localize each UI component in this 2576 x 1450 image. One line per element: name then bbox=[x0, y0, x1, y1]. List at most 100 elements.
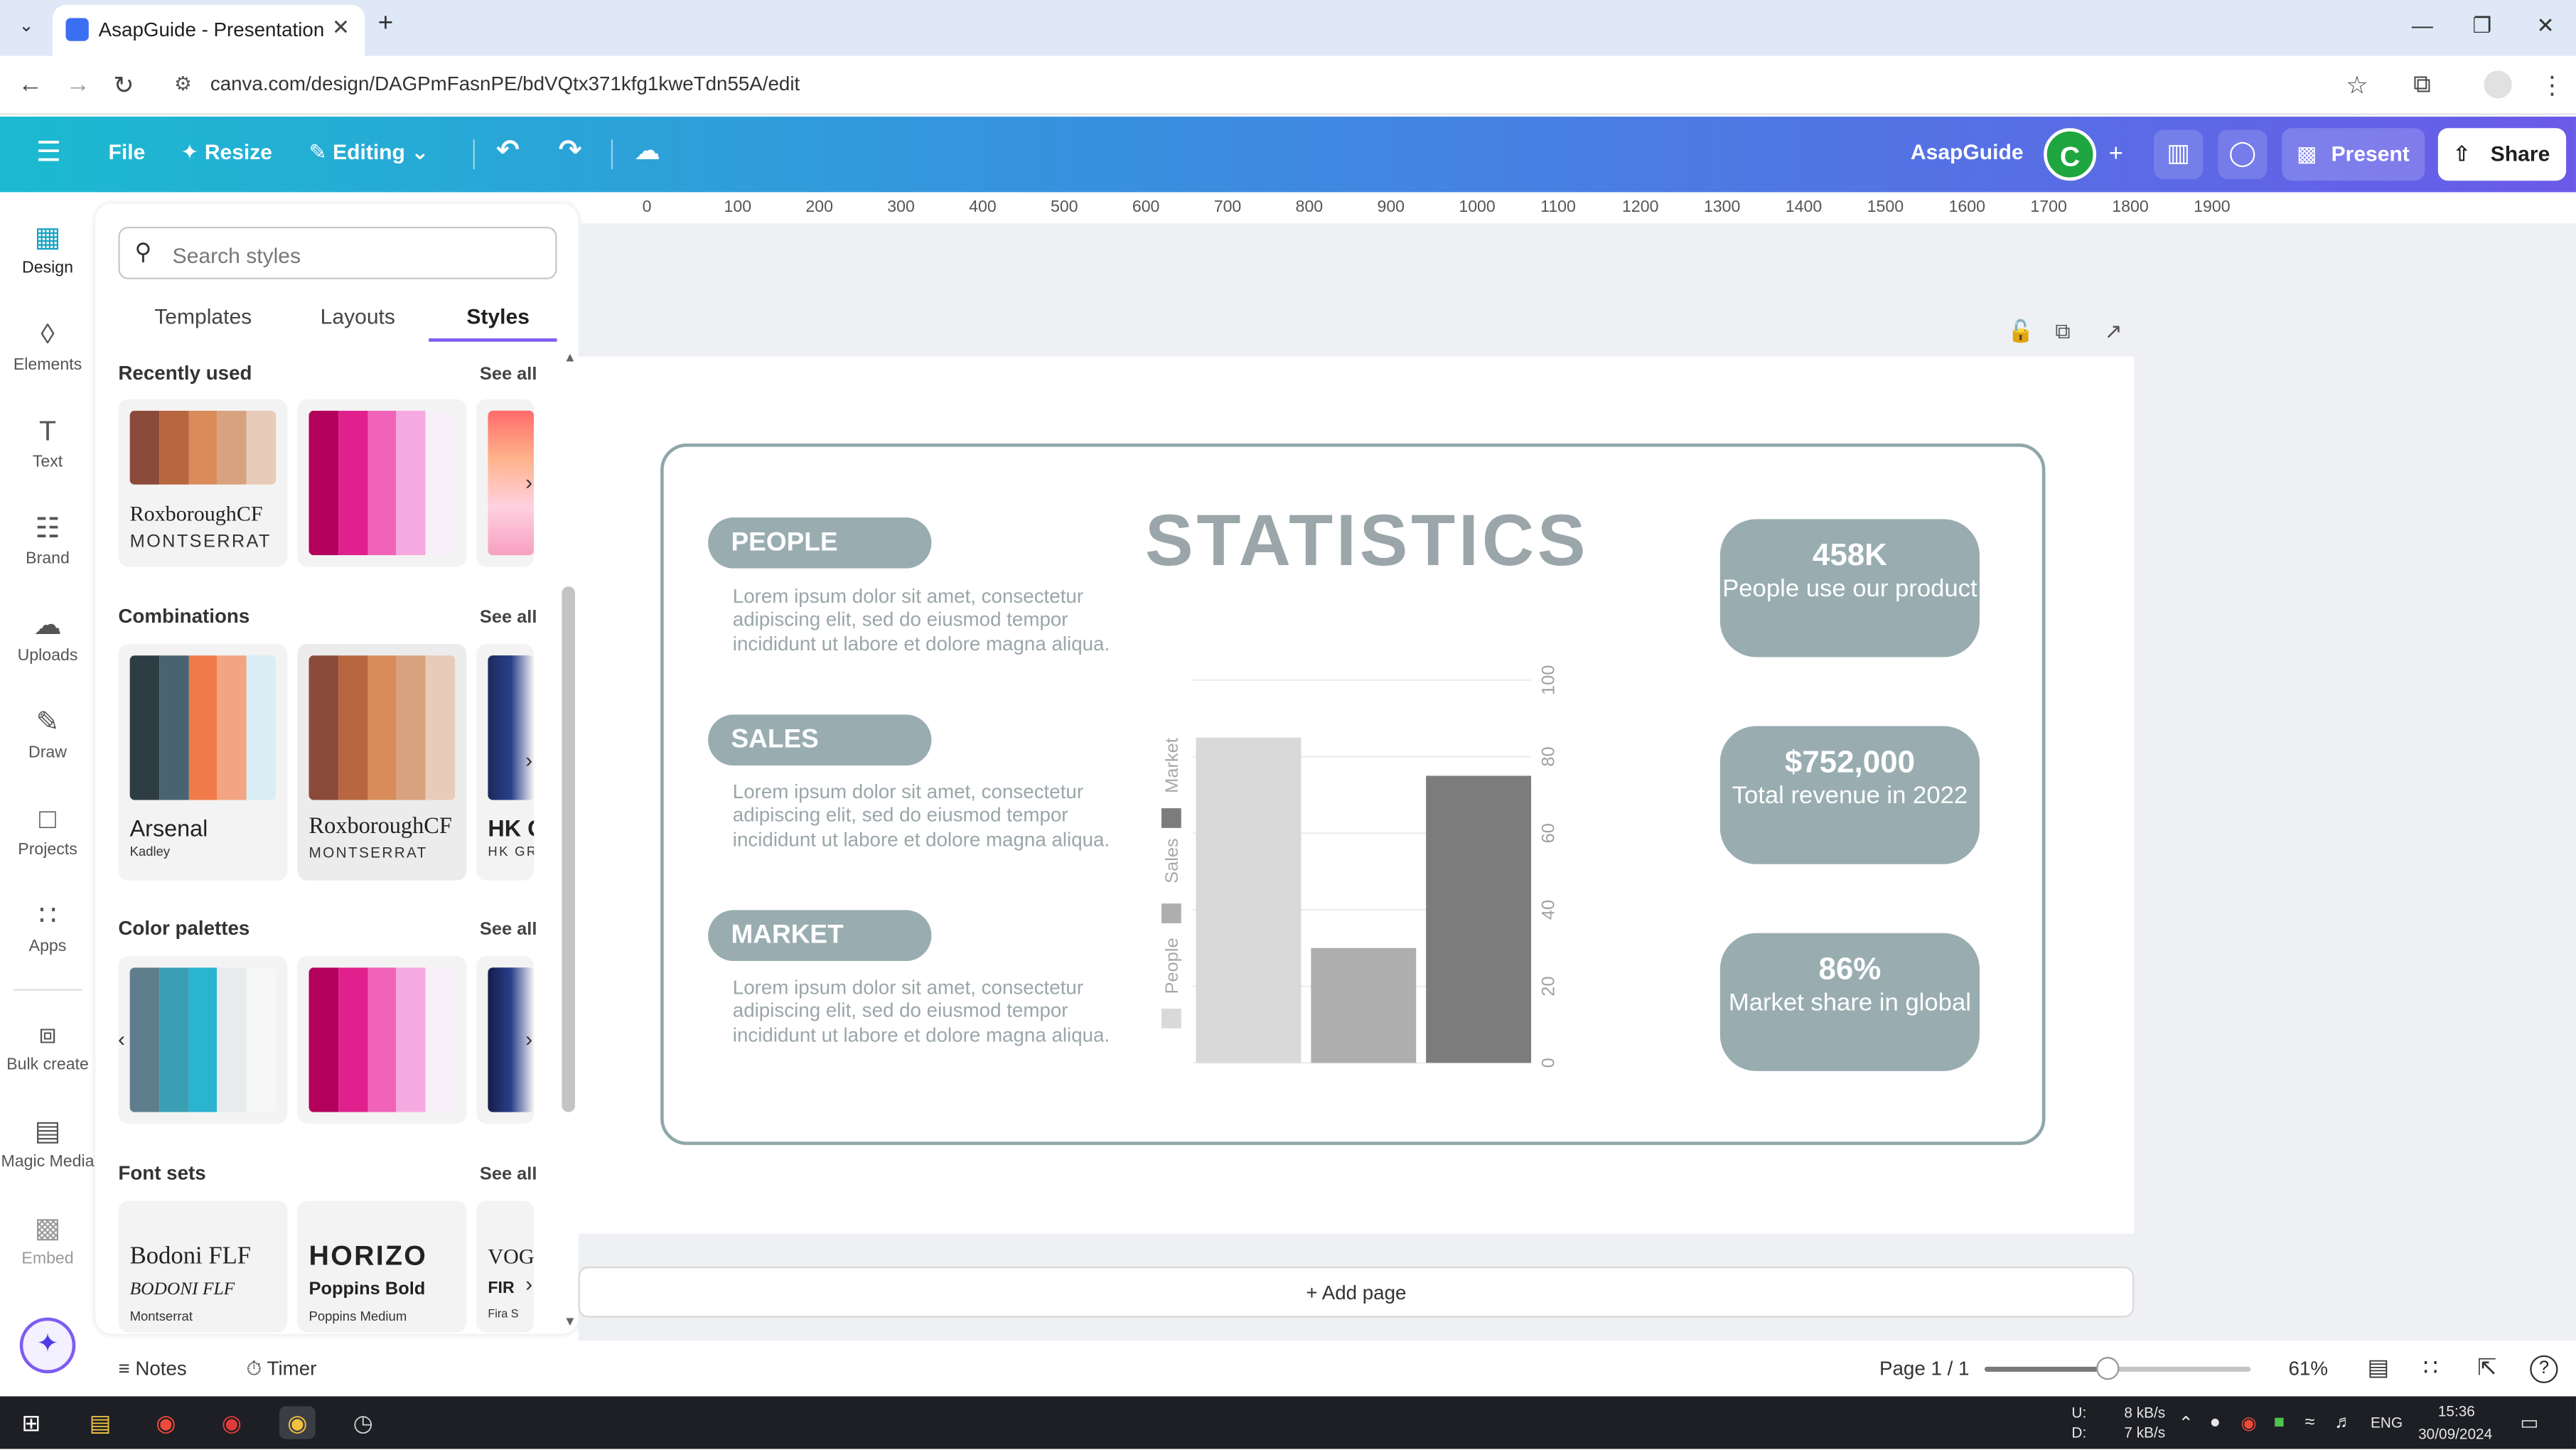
search-input[interactable] bbox=[172, 240, 535, 270]
url-field[interactable]: canva.com/design/DAGPmFasnPE/bdVQtx371kf… bbox=[210, 72, 800, 95]
rail-item-magic-media[interactable]: ▤ Magic Media bbox=[0, 1114, 95, 1171]
microphone-icon[interactable]: ● bbox=[2210, 1413, 2221, 1433]
file-explorer-icon[interactable]: ▤ bbox=[82, 1406, 119, 1439]
search-box[interactable]: ⚲ bbox=[118, 226, 557, 279]
page-indicator[interactable]: Page 1 / 1 bbox=[1879, 1357, 1969, 1380]
cloud-save-icon[interactable]: ☁ bbox=[634, 135, 660, 168]
clock-time[interactable]: 15:36 bbox=[2438, 1403, 2475, 1419]
font-set-card[interactable]: Bodoni FLF BODONI FLF Montserrat bbox=[118, 1201, 288, 1333]
chevron-left-icon[interactable]: ‹ bbox=[105, 1024, 138, 1056]
undo-icon[interactable]: ↶ bbox=[496, 135, 520, 168]
sales-description[interactable]: Lorem ipsum dolor sit amet, consectetur … bbox=[733, 780, 1120, 851]
clock-date[interactable]: 30/09/2024 bbox=[2418, 1426, 2492, 1442]
see-all-recently-used[interactable]: See all bbox=[480, 365, 537, 385]
slide-title[interactable]: STATISTICS bbox=[1145, 501, 1589, 584]
combination-card[interactable]: Arsenal Kadley bbox=[118, 643, 288, 881]
color-palette-card[interactable] bbox=[118, 956, 288, 1124]
chrome-icon[interactable]: ◉ bbox=[148, 1406, 184, 1439]
sales-label[interactable]: SALES bbox=[708, 714, 932, 766]
see-all-combinations[interactable]: See all bbox=[480, 608, 537, 628]
menu-icon[interactable]: ☰ bbox=[36, 136, 61, 169]
browser-menu-icon[interactable]: ⋮ bbox=[2540, 70, 2565, 100]
timer-button[interactable]: ⏱ Timer bbox=[247, 1357, 317, 1382]
bar-chart[interactable]: 0 20 40 60 80 100 People Sales Market bbox=[1150, 657, 1577, 1084]
profile-icon[interactable] bbox=[2484, 70, 2512, 99]
editing-dropdown[interactable]: ✎ Editing ⌄ bbox=[309, 139, 429, 166]
add-page-icon[interactable]: ↗ bbox=[2105, 318, 2122, 345]
window-close-icon[interactable]: ✕ bbox=[2536, 13, 2554, 39]
rail-item-brand[interactable]: ☷ Brand bbox=[0, 511, 95, 569]
panel-scrollbar-thumb[interactable] bbox=[562, 586, 575, 1112]
color-palette-card[interactable] bbox=[297, 956, 467, 1124]
lock-icon[interactable]: 🔓 bbox=[2007, 318, 2034, 345]
reload-icon[interactable]: ↻ bbox=[113, 70, 134, 100]
site-info-icon[interactable]: ⚙ bbox=[174, 72, 192, 95]
new-tab-icon[interactable]: + bbox=[378, 10, 394, 40]
zoom-slider-handle[interactable] bbox=[2095, 1357, 2119, 1380]
rail-item-apps[interactable]: ∷ Apps bbox=[0, 898, 95, 957]
notifications-icon[interactable]: ▭ bbox=[2520, 1411, 2538, 1434]
people-label[interactable]: PEOPLE bbox=[708, 517, 932, 569]
font-set-card[interactable]: HORIZO Poppins Bold Poppins Medium bbox=[297, 1201, 467, 1333]
add-collaborator-icon[interactable]: + bbox=[2091, 130, 2140, 179]
file-menu[interactable]: File bbox=[109, 139, 146, 164]
insights-chart-icon[interactable]: ▥ bbox=[2153, 129, 2204, 179]
tab-styles[interactable]: Styles bbox=[466, 304, 530, 329]
stat-box-people[interactable]: 458K People use our product bbox=[1719, 519, 1980, 657]
see-all-font-sets[interactable]: See all bbox=[480, 1165, 537, 1185]
tab-templates[interactable]: Templates bbox=[154, 304, 252, 329]
market-label[interactable]: MARKET bbox=[708, 910, 932, 962]
help-icon[interactable]: ? bbox=[2530, 1355, 2558, 1384]
windows-start-icon[interactable]: ⊞ bbox=[13, 1406, 49, 1439]
tab-close-icon[interactable]: ✕ bbox=[332, 15, 350, 41]
market-description[interactable]: Lorem ipsum dolor sit amet, consectetur … bbox=[733, 976, 1120, 1046]
share-button[interactable]: ⇧ Share bbox=[2437, 128, 2567, 181]
see-all-color-palettes[interactable]: See all bbox=[480, 920, 537, 940]
chevron-right-icon[interactable]: › bbox=[512, 466, 545, 499]
chrome-active-icon[interactable]: ◉ bbox=[279, 1406, 316, 1439]
wifi-icon[interactable]: ≈ bbox=[2305, 1413, 2315, 1433]
grid-view-icon[interactable]: ▤ bbox=[2367, 1353, 2389, 1381]
rail-item-projects[interactable]: □ Projects bbox=[0, 802, 95, 859]
clock-app-icon[interactable]: ◷ bbox=[345, 1406, 381, 1439]
add-page-button[interactable]: + Add page bbox=[578, 1266, 2135, 1318]
rail-item-text[interactable]: T Text bbox=[0, 414, 95, 472]
brand-name[interactable]: AsapGuide bbox=[1911, 139, 2024, 164]
tab-search-icon[interactable]: ⌄ bbox=[13, 15, 39, 41]
rail-item-design[interactable]: ▦ Design bbox=[0, 220, 95, 278]
bookmark-star-icon[interactable]: ☆ bbox=[2346, 70, 2368, 100]
back-icon[interactable]: ← bbox=[18, 70, 43, 98]
notes-button[interactable]: ≡ Notes bbox=[118, 1357, 186, 1380]
combination-card[interactable]: RoxboroughCF MONTSERRAT bbox=[297, 643, 467, 881]
present-button[interactable]: ▩ Present bbox=[2282, 128, 2425, 181]
recorder-icon[interactable]: ◉ bbox=[213, 1406, 249, 1439]
thumbnails-icon[interactable]: ∷ bbox=[2423, 1353, 2438, 1381]
language-indicator[interactable]: ENG bbox=[2371, 1414, 2403, 1431]
stat-box-market-share[interactable]: 86% Market share in global bbox=[1719, 933, 1980, 1071]
rail-item-draw[interactable]: ✎ Draw bbox=[0, 705, 95, 763]
avatar[interactable]: C bbox=[2044, 128, 2097, 181]
recent-style-card[interactable]: RoxboroughCF MONTSERRAT bbox=[118, 399, 288, 567]
comment-icon[interactable]: ◯ bbox=[2218, 129, 2268, 179]
recent-palette-card[interactable] bbox=[297, 399, 467, 567]
font-set-card[interactable]: VOG FIR Fira S bbox=[476, 1201, 535, 1333]
rail-item-elements[interactable]: ◊ Elements bbox=[0, 317, 95, 375]
resize-button[interactable]: ✦ Resize bbox=[181, 139, 272, 166]
extensions-icon[interactable]: ⧉ bbox=[2413, 70, 2431, 98]
magic-sparkle-icon[interactable]: ✦ bbox=[19, 1317, 76, 1374]
fullscreen-icon[interactable]: ⇱ bbox=[2477, 1353, 2496, 1381]
stat-box-revenue[interactable]: $752,000 Total revenue in 2022 bbox=[1719, 726, 1980, 864]
tab-layouts[interactable]: Layouts bbox=[321, 304, 395, 329]
zoom-level[interactable]: 61% bbox=[2289, 1357, 2329, 1380]
duplicate-page-icon[interactable]: ⧉ bbox=[2055, 318, 2070, 345]
people-description[interactable]: Lorem ipsum dolor sit amet, consectetur … bbox=[733, 585, 1120, 655]
redo-icon[interactable]: ↷ bbox=[559, 135, 582, 168]
rail-item-bulk-create[interactable]: ⧈ Bulk create bbox=[0, 1017, 95, 1075]
chevron-right-icon[interactable]: › bbox=[512, 1024, 545, 1056]
chevron-right-icon[interactable]: › bbox=[512, 1268, 545, 1301]
rail-item-uploads[interactable]: ☁ Uploads bbox=[0, 608, 95, 665]
volume-icon[interactable]: ♬ bbox=[2334, 1413, 2352, 1433]
scroll-up-icon[interactable]: ▲ bbox=[564, 350, 576, 365]
scroll-down-icon[interactable]: ▼ bbox=[564, 1314, 576, 1329]
tray-app-icon[interactable]: ■ bbox=[2274, 1413, 2285, 1433]
